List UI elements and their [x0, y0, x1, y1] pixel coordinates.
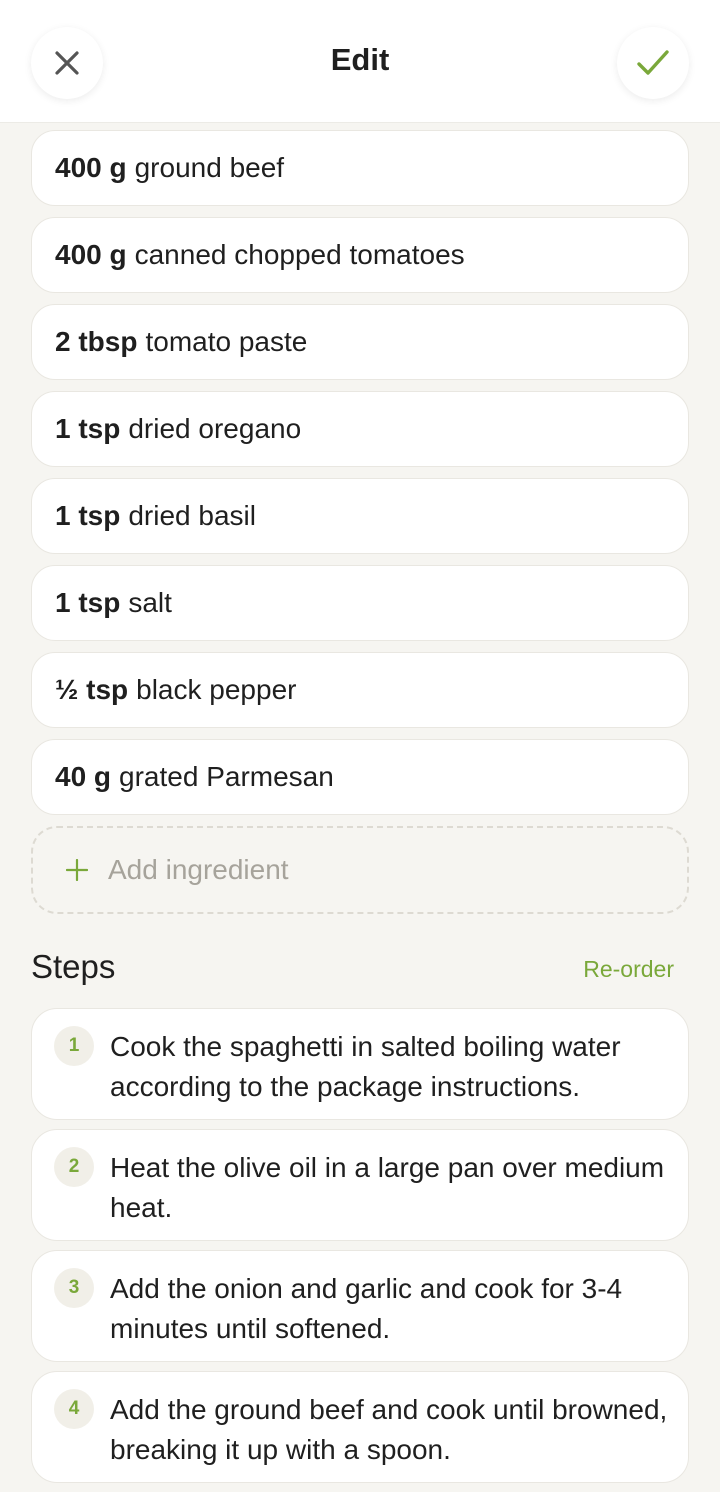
- ingredient-quantity: 400 g: [55, 152, 127, 183]
- ingredient-row[interactable]: 1 tsp dried basil: [31, 478, 689, 554]
- step-list: 1 Cook the spaghetti in salted boiling w…: [31, 1008, 689, 1492]
- ingredient-quantity: 400 g: [55, 239, 127, 270]
- ingredient-row[interactable]: 400 g ground beef: [31, 130, 689, 206]
- ingredient-name: canned chopped tomatoes: [134, 239, 465, 270]
- add-ingredient-button[interactable]: Add ingredient: [31, 826, 689, 914]
- step-number: 2: [54, 1147, 94, 1187]
- step-number: 1: [54, 1026, 94, 1066]
- ingredient-name: grated Parmesan: [119, 761, 334, 792]
- ingredient-list: 400 g ground beef 400 g canned chopped t…: [31, 130, 689, 914]
- ingredient-row[interactable]: ½ tsp black pepper: [31, 652, 689, 728]
- step-card[interactable]: 4 Add the ground beef and cook until bro…: [31, 1371, 689, 1483]
- step-card[interactable]: 2 Heat the olive oil in a large pan over…: [31, 1129, 689, 1241]
- plus-icon: [66, 859, 88, 881]
- ingredient-row[interactable]: 1 tsp dried oregano: [31, 391, 689, 467]
- step-text: Heat the olive oil in a large pan over m…: [110, 1152, 665, 1223]
- ingredient-quantity: 1 tsp: [55, 587, 121, 618]
- step-text: Add the onion and garlic and cook for 3-…: [110, 1273, 623, 1344]
- ingredient-quantity: 2 tbsp: [55, 326, 138, 357]
- ingredient-name: salt: [128, 587, 172, 618]
- step-card[interactable]: 1 Cook the spaghetti in salted boiling w…: [31, 1008, 689, 1120]
- ingredient-name: ground beef: [134, 152, 285, 183]
- ingredient-row[interactable]: 1 tsp salt: [31, 565, 689, 641]
- steps-header: Steps Re-order: [31, 948, 674, 992]
- done-button[interactable]: [617, 27, 689, 99]
- top-bar: Edit: [0, 0, 720, 123]
- ingredient-quantity: 1 tsp: [55, 500, 121, 531]
- checkmark-icon: [637, 50, 669, 75]
- step-text: Cook the spaghetti in salted boiling wat…: [110, 1031, 621, 1102]
- page-title: Edit: [330, 42, 390, 77]
- step-number: 3: [54, 1268, 94, 1308]
- step-number: 4: [54, 1389, 94, 1429]
- steps-title: Steps: [31, 948, 116, 985]
- reorder-button[interactable]: Re-order: [583, 956, 674, 983]
- ingredient-quantity: 40 g: [55, 761, 112, 792]
- ingredient-row[interactable]: 2 tbsp tomato paste: [31, 304, 689, 380]
- step-card[interactable]: 3 Add the onion and garlic and cook for …: [31, 1250, 689, 1362]
- ingredient-name: tomato paste: [145, 326, 308, 357]
- ingredient-name: dried oregano: [128, 413, 302, 444]
- ingredient-name: black pepper: [136, 674, 297, 705]
- ingredient-quantity: ½ tsp: [55, 674, 129, 705]
- ingredient-row[interactable]: 40 g grated Parmesan: [31, 739, 689, 815]
- ingredient-name: dried basil: [128, 500, 256, 531]
- add-ingredient-label: Add ingredient: [108, 854, 289, 885]
- ingredient-row[interactable]: 400 g canned chopped tomatoes: [31, 217, 689, 293]
- ingredient-quantity: 1 tsp: [55, 413, 121, 444]
- step-text: Add the ground beef and cook until brown…: [110, 1394, 668, 1465]
